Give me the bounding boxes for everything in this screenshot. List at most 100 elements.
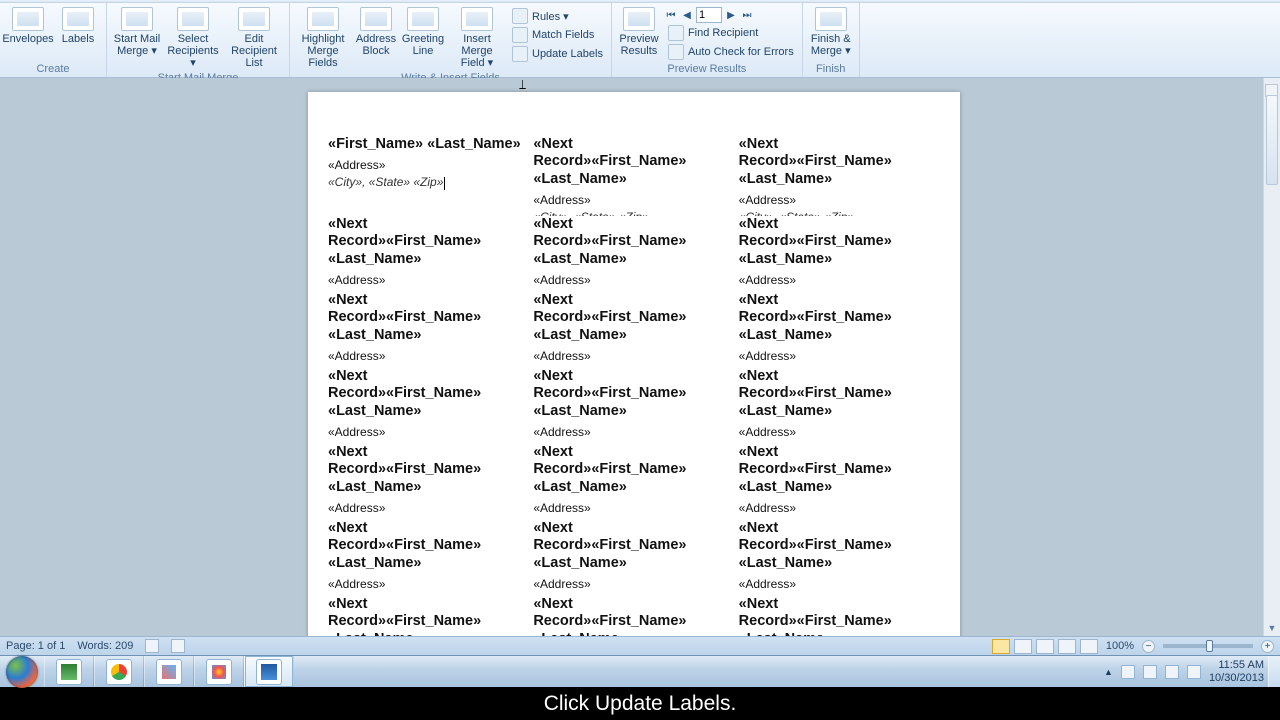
finish-merge-button[interactable]: Finish & Merge ▾ [807, 5, 855, 59]
vertical-scrollbar[interactable]: ▲ ▼ [1263, 78, 1280, 636]
macro-icon[interactable] [171, 639, 185, 653]
label-cell[interactable]: «Next Record»«First_Name» «Last_Name»«Ad… [328, 368, 529, 444]
greeting-label: Greeting Line [401, 33, 445, 57]
label-cell[interactable]: «Next Record»«First_Name» «Last_Name»«Ad… [739, 216, 940, 292]
merge-city-state-zip-line: «City», «State» «Zip» [328, 175, 523, 189]
label-cell[interactable]: «Next Record»«First_Name» «Last_Name»«Ad… [533, 136, 734, 216]
merge-address-line: «Address» [328, 158, 523, 172]
zoom-slider[interactable] [1163, 644, 1253, 648]
label-cell[interactable]: «Next Record»«First_Name» «Last_Name»«Ad… [328, 292, 529, 368]
label-cell[interactable]: «Next Record»«First_Name» «Last_Name»«Ad… [533, 292, 734, 368]
paint-icon [206, 659, 232, 685]
merge-name-line: «Next Record»«First_Name» «Last_Name» [328, 520, 523, 572]
preview-results-button[interactable]: Preview Results [616, 5, 662, 59]
taskbar-snipping-tool[interactable] [144, 656, 194, 687]
group-finish-label: Finish [807, 62, 855, 77]
show-desktop-button[interactable] [1268, 656, 1280, 687]
last-record-button[interactable]: ⏭ [740, 7, 754, 23]
page-indicator[interactable]: Page: 1 of 1 [6, 640, 65, 652]
spellcheck-icon[interactable] [145, 639, 159, 653]
next-record-button[interactable]: ▶ [724, 7, 738, 23]
taskbar-excel[interactable] [44, 656, 94, 687]
label-cell[interactable]: «Next Record»«First_Name» «Last_Name»«Ad… [739, 520, 940, 596]
label-cell-first[interactable]: «First_Name» «Last_Name»«Address»«City»,… [328, 136, 529, 216]
draft-view-button[interactable] [1080, 639, 1098, 654]
label-cell[interactable]: «Next Record»«First_Name» «Last_Name»«Ad… [739, 292, 940, 368]
label-cell[interactable]: «Next Record»«First_Name» «Last_Name»«Ad… [533, 596, 734, 636]
label-cell[interactable]: «Next Record»«First_Name» «Last_Name»«Ad… [739, 444, 940, 520]
address-block-button[interactable]: Address Block [354, 5, 398, 59]
label-cell[interactable]: «Next Record»«First_Name» «Last_Name»«Ad… [739, 136, 940, 216]
envelopes-button[interactable]: Envelopes [4, 5, 52, 47]
clock-time: 11:55 AM [1209, 659, 1264, 671]
print-layout-view-button[interactable] [992, 639, 1010, 654]
match-fields-button[interactable]: Match Fields [508, 26, 607, 44]
highlight-merge-fields-button[interactable]: Highlight Merge Fields [294, 5, 352, 71]
document-workspace: ⟘ «First_Name» «Last_Name»«Address»«City… [0, 78, 1280, 636]
label-cell[interactable]: «Next Record»«First_Name» «Last_Name»«Ad… [328, 216, 529, 292]
merge-address-line: «Address» [328, 577, 523, 591]
start-merge-label: Start Mail Merge ▾ [112, 33, 162, 57]
greeting-line-button[interactable]: Greeting Line [400, 5, 446, 59]
select-recipients-button[interactable]: Select Recipients ▾ [165, 5, 221, 71]
labels-button[interactable]: Labels [54, 5, 102, 47]
volume-icon[interactable] [1187, 665, 1201, 679]
action-center-icon[interactable] [1121, 665, 1135, 679]
clock[interactable]: 11:55 AM 10/30/2013 [1209, 659, 1266, 683]
taskbar-chrome[interactable] [94, 656, 144, 687]
zoom-out-button[interactable]: − [1142, 640, 1155, 653]
scroll-thumb[interactable] [1266, 95, 1278, 185]
select-recipients-icon [177, 7, 209, 31]
find-recipient-button[interactable]: Find Recipient [664, 24, 798, 42]
insert-field-icon [461, 7, 493, 31]
label-cell[interactable]: «Next Record»«First_Name» «Last_Name»«Ad… [328, 444, 529, 520]
record-number-input[interactable] [696, 7, 722, 23]
prev-record-button[interactable]: ◀ [680, 7, 694, 23]
word-count[interactable]: Words: 209 [77, 640, 133, 652]
label-cell[interactable]: «Next Record»«First_Name» «Last_Name» «Ad… [328, 520, 529, 596]
scroll-down-button[interactable]: ▼ [1264, 619, 1280, 636]
zoom-in-button[interactable]: + [1261, 640, 1274, 653]
web-layout-view-button[interactable] [1036, 639, 1054, 654]
match-fields-icon [512, 27, 528, 43]
start-button[interactable] [0, 656, 44, 687]
start-mail-merge-button[interactable]: Start Mail Merge ▾ [111, 5, 163, 59]
taskbar-word[interactable] [244, 656, 294, 687]
clock-date: 10/30/2013 [1209, 672, 1264, 684]
rules-label: Rules ▾ [532, 10, 569, 23]
ruler-indent-marker[interactable]: ⟘ [519, 78, 526, 93]
find-recipient-label: Find Recipient [688, 27, 758, 39]
first-record-button[interactable]: ⏮ [664, 7, 678, 23]
merge-name-line: «Next Record»«First_Name» «Last_Name» [328, 444, 523, 496]
label-cell[interactable]: «Next Record»«First_Name» «Last_Name»«Ad… [328, 596, 529, 636]
envelopes-label: Envelopes [2, 33, 53, 45]
label-cell[interactable]: «Next Record»«First_Name» «Last_Name»«Ad… [533, 520, 734, 596]
insert-merge-field-button[interactable]: Insert Merge Field ▾ [448, 5, 506, 71]
full-screen-view-button[interactable] [1014, 639, 1032, 654]
taskbar-paint[interactable] [194, 656, 244, 687]
greeting-icon [407, 7, 439, 31]
label-cell[interactable]: «Next Record»«First_Name» «Last_Name»«Ad… [739, 596, 940, 636]
address-block-icon [360, 7, 392, 31]
merge-name-line: «Next Record»«First_Name» «Last_Name» [739, 292, 934, 344]
label-cell[interactable]: «Next Record»«First_Name» «Last_Name»«Ad… [739, 368, 940, 444]
auto-check-errors-button[interactable]: Auto Check for Errors [664, 43, 798, 61]
network-icon[interactable] [1165, 665, 1179, 679]
edit-recipient-list-button[interactable]: Edit Recipient List [223, 5, 285, 71]
zoom-thumb[interactable] [1206, 640, 1213, 652]
find-icon [668, 25, 684, 41]
merge-name-line: «Next Record»«First_Name» «Last_Name» [739, 216, 934, 268]
update-labels-button[interactable]: Update Labels [508, 45, 607, 63]
tray-expand-icon[interactable]: ▲ [1104, 667, 1113, 677]
zoom-level[interactable]: 100% [1106, 640, 1134, 652]
rules-button[interactable]: Rules ▾ [508, 7, 607, 25]
merge-address-line: «Address» [328, 349, 523, 363]
merge-name-line: «Next Record»«First_Name» «Last_Name» [533, 136, 728, 188]
label-cell[interactable]: «Next Record»«First_Name» «Last_Name»«Ad… [533, 216, 734, 292]
power-icon[interactable] [1143, 665, 1157, 679]
label-cell[interactable]: «Next Record»«First_Name» «Last_Name»«Ad… [533, 444, 734, 520]
envelope-icon [12, 7, 44, 31]
outline-view-button[interactable] [1058, 639, 1076, 654]
finish-icon [815, 7, 847, 31]
label-cell[interactable]: «Next Record»«First_Name» «Last_Name»«Ad… [533, 368, 734, 444]
